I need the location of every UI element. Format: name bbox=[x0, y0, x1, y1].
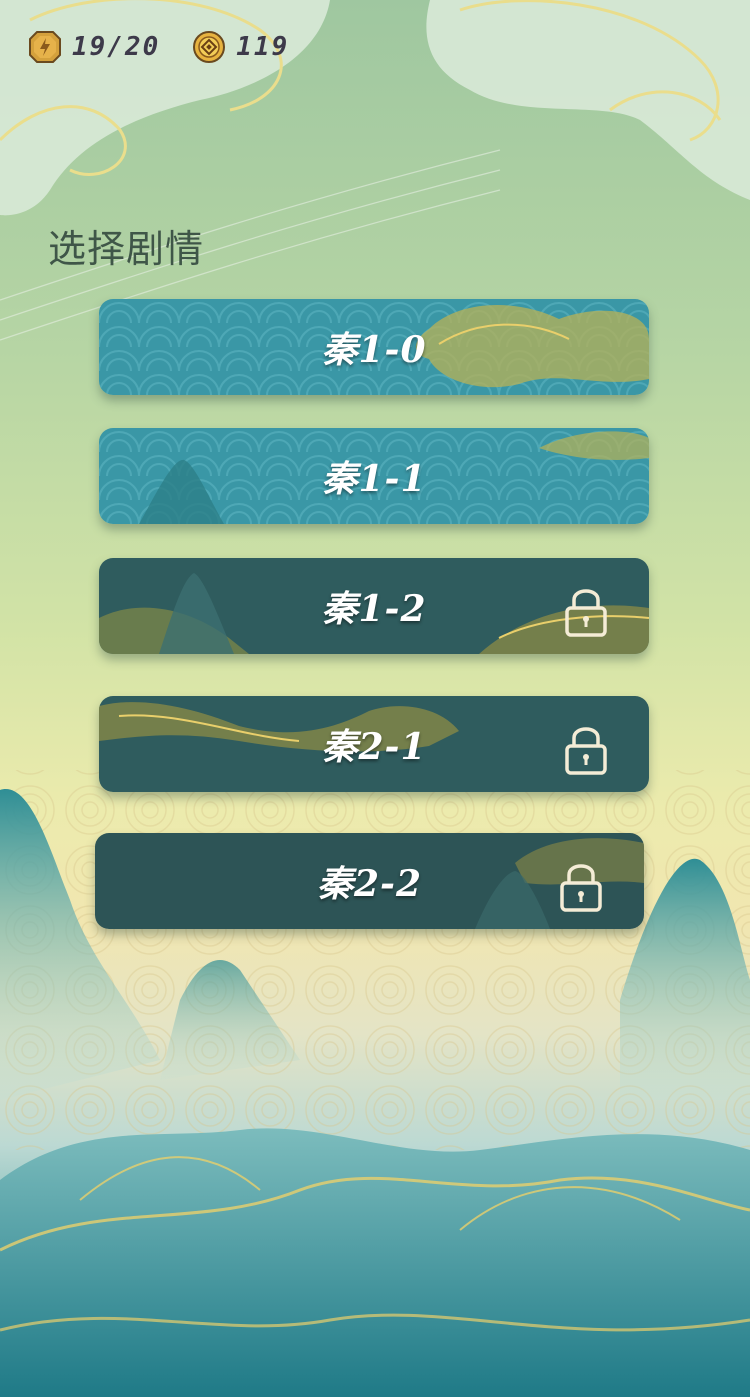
coin-value: 119 bbox=[236, 32, 290, 62]
coin-counter: 119 bbox=[192, 30, 289, 64]
energy-counter: 19/20 bbox=[28, 30, 160, 64]
level-label: 秦1-1 bbox=[321, 458, 427, 500]
lock-icon bbox=[565, 727, 607, 775]
energy-value: 19/20 bbox=[72, 32, 161, 62]
page-title: 选择剧情 bbox=[48, 227, 205, 271]
level-button-5[interactable]: 秦2-2 bbox=[95, 833, 644, 929]
lightning-badge-icon bbox=[29, 31, 61, 63]
lock-icon bbox=[565, 589, 607, 637]
resource-hud: 19/20 119 bbox=[28, 27, 321, 67]
level-label: 秦1-0 bbox=[321, 329, 427, 371]
lock-icon bbox=[560, 864, 602, 912]
level-button-1[interactable]: 秦1-0 bbox=[99, 299, 649, 395]
coin-icon bbox=[193, 31, 226, 63]
level-button-3[interactable]: 秦1-2 bbox=[99, 558, 649, 654]
level-button-2[interactable]: 秦1-1 bbox=[99, 428, 649, 524]
level-button-4[interactable]: 秦2-1 bbox=[99, 696, 649, 792]
